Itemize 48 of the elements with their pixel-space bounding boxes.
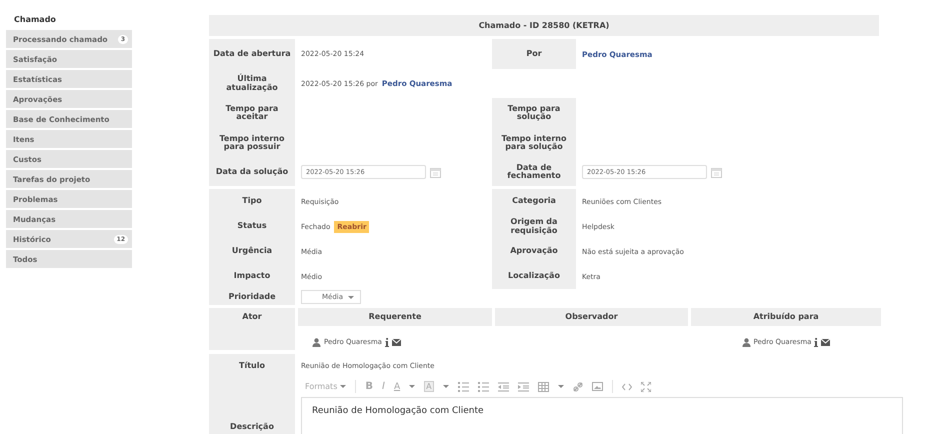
italic-button[interactable]: I — [382, 381, 385, 392]
field-label: Título — [209, 354, 295, 376]
field-label: Tipo — [209, 189, 295, 214]
envelope-icon[interactable] — [392, 338, 401, 346]
field-label: Última atualização — [209, 69, 295, 98]
fullscreen-icon[interactable] — [640, 382, 651, 392]
numbered-list-icon[interactable] — [478, 382, 489, 392]
field-label: Categoria — [492, 189, 576, 214]
envelope-icon[interactable] — [821, 338, 830, 346]
table-icon[interactable] — [538, 382, 549, 392]
formats-dropdown[interactable]: Formats — [305, 382, 346, 391]
field-label: Urgência — [209, 239, 295, 264]
calendar-icon[interactable] — [430, 166, 441, 178]
field-label: Tempo para aceitar — [209, 98, 295, 128]
bold-button[interactable]: B — [365, 381, 373, 392]
field-label: Impacto — [209, 264, 295, 289]
field-label: Tempo para solução — [492, 98, 576, 128]
field-label: Prioridade — [209, 289, 295, 305]
indent-icon[interactable] — [518, 382, 529, 392]
ticket-title: Chamado - ID 28580 (KETRA) — [209, 15, 879, 36]
column-header: Requerente — [298, 308, 492, 326]
field-label: Origem da requisição — [492, 214, 576, 239]
column-header: Observador — [495, 308, 688, 326]
field-label: Tempo interno para solução — [492, 128, 576, 158]
image-icon[interactable] — [592, 382, 603, 391]
field-label: Localização — [492, 264, 576, 289]
bullet-list-icon[interactable] — [458, 382, 469, 392]
field-label: Data da solução — [209, 158, 295, 186]
text-color-button[interactable]: A — [394, 382, 400, 392]
field-label: Por — [492, 39, 576, 69]
description-editor[interactable]: Reunião de Homologação com Cliente — [301, 397, 903, 434]
link-icon[interactable] — [572, 382, 583, 392]
user-icon — [742, 338, 750, 346]
outdent-icon[interactable] — [498, 382, 509, 392]
field-label: Status — [209, 214, 295, 239]
user-icon — [312, 338, 321, 346]
column-header: Atribuído para — [691, 308, 881, 326]
sidebar-title: Chamado — [13, 14, 57, 26]
calendar-icon[interactable] — [711, 166, 722, 178]
field-label: Aprovação — [492, 239, 576, 264]
field-label: Tempo interno para possuir — [209, 128, 295, 158]
field-label: Data de fechamento — [492, 158, 576, 186]
field-label: Data de abertura — [209, 39, 295, 69]
field-label: Descrição — [209, 376, 295, 434]
info-icon[interactable] — [384, 338, 389, 346]
field-label: Ator — [209, 308, 295, 350]
info-icon[interactable] — [814, 338, 818, 346]
code-icon[interactable] — [622, 382, 632, 390]
